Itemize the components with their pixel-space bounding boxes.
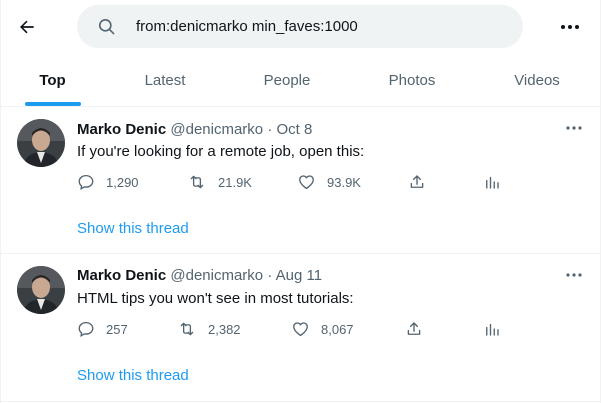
active-tab-indicator bbox=[24, 102, 81, 106]
avatar[interactable] bbox=[17, 266, 65, 314]
share-icon bbox=[407, 322, 421, 335]
retweet-icon bbox=[190, 175, 204, 189]
share-button[interactable] bbox=[408, 173, 437, 191]
reply-icon bbox=[78, 174, 94, 190]
search-tabs: Top Latest People Photos Videos bbox=[0, 55, 601, 107]
search-icon bbox=[97, 17, 117, 37]
more-horizontal-icon bbox=[566, 273, 582, 277]
retweet-button[interactable]: 21.9K bbox=[187, 173, 252, 191]
author-name[interactable]: Marko Denic bbox=[77, 121, 166, 138]
avatar[interactable] bbox=[17, 119, 65, 167]
show-thread-link[interactable]: Show this thread bbox=[77, 367, 189, 384]
heart-icon bbox=[299, 175, 314, 190]
tweet-header: Marko Denic @denicmarko · Aug 11 bbox=[77, 267, 322, 284]
tab-label: Top bbox=[39, 72, 66, 89]
reply-count: 1,290 bbox=[106, 174, 139, 190]
tab-label: Videos bbox=[514, 72, 560, 89]
analytics-button[interactable] bbox=[483, 320, 512, 338]
retweet-count: 21.9K bbox=[218, 174, 252, 190]
tweet[interactable]: Marko Denic @denicmarko · Oct 8 If you'r… bbox=[0, 107, 601, 254]
tweet[interactable]: Marko Denic @denicmarko · Aug 11 HTML ti… bbox=[0, 254, 601, 402]
tab-people[interactable]: People bbox=[225, 55, 349, 106]
like-count: 8,067 bbox=[321, 321, 354, 337]
tab-videos[interactable]: Videos bbox=[475, 55, 599, 106]
tab-label: Photos bbox=[388, 72, 436, 89]
tweet-header: Marko Denic @denicmarko · Oct 8 bbox=[77, 121, 312, 138]
heart-icon bbox=[293, 322, 308, 337]
separator-dot: · bbox=[267, 121, 273, 138]
reply-button[interactable]: 1,290 bbox=[77, 173, 139, 191]
more-options-button[interactable] bbox=[555, 13, 585, 41]
separator-dot: · bbox=[267, 267, 273, 284]
tweet-text: HTML tips you won't see in most tutorial… bbox=[77, 290, 354, 307]
tab-latest[interactable]: Latest bbox=[105, 55, 225, 106]
back-button[interactable] bbox=[12, 12, 42, 42]
retweet-icon bbox=[180, 322, 194, 336]
more-horizontal-icon bbox=[561, 25, 579, 29]
show-thread-link[interactable]: Show this thread bbox=[77, 220, 189, 237]
tab-photos[interactable]: Photos bbox=[349, 55, 475, 106]
tweet-more-button[interactable] bbox=[562, 265, 586, 285]
author-handle[interactable]: @denicmarko bbox=[170, 121, 263, 138]
analytics-icon bbox=[486, 323, 499, 336]
author-name[interactable]: Marko Denic bbox=[77, 267, 166, 284]
reply-button[interactable]: 257 bbox=[77, 320, 128, 338]
retweet-count: 2,382 bbox=[208, 321, 241, 337]
tweet-text: If you're looking for a remote job, open… bbox=[77, 143, 365, 160]
more-horizontal-icon bbox=[566, 126, 582, 130]
share-button[interactable] bbox=[405, 320, 434, 338]
retweet-button[interactable]: 2,382 bbox=[177, 320, 241, 338]
like-count: 93.9K bbox=[327, 174, 361, 190]
like-button[interactable]: 93.9K bbox=[297, 173, 361, 191]
analytics-button[interactable] bbox=[483, 173, 512, 191]
like-button[interactable]: 8,067 bbox=[291, 320, 354, 338]
tab-top[interactable]: Top bbox=[0, 55, 105, 106]
search-box[interactable] bbox=[77, 5, 523, 48]
arrow-left-icon bbox=[20, 20, 34, 34]
reply-icon bbox=[78, 321, 94, 337]
analytics-icon bbox=[486, 176, 499, 189]
tab-label: Latest bbox=[144, 72, 186, 89]
author-handle[interactable]: @denicmarko bbox=[170, 267, 263, 284]
reply-count: 257 bbox=[106, 321, 128, 337]
share-icon bbox=[410, 175, 424, 188]
tweet-more-button[interactable] bbox=[562, 118, 586, 138]
tweet-date[interactable]: Oct 8 bbox=[276, 121, 312, 138]
search-input[interactable] bbox=[134, 17, 498, 36]
tweet-date[interactable]: Aug 11 bbox=[276, 267, 322, 284]
tab-label: People bbox=[263, 72, 311, 89]
